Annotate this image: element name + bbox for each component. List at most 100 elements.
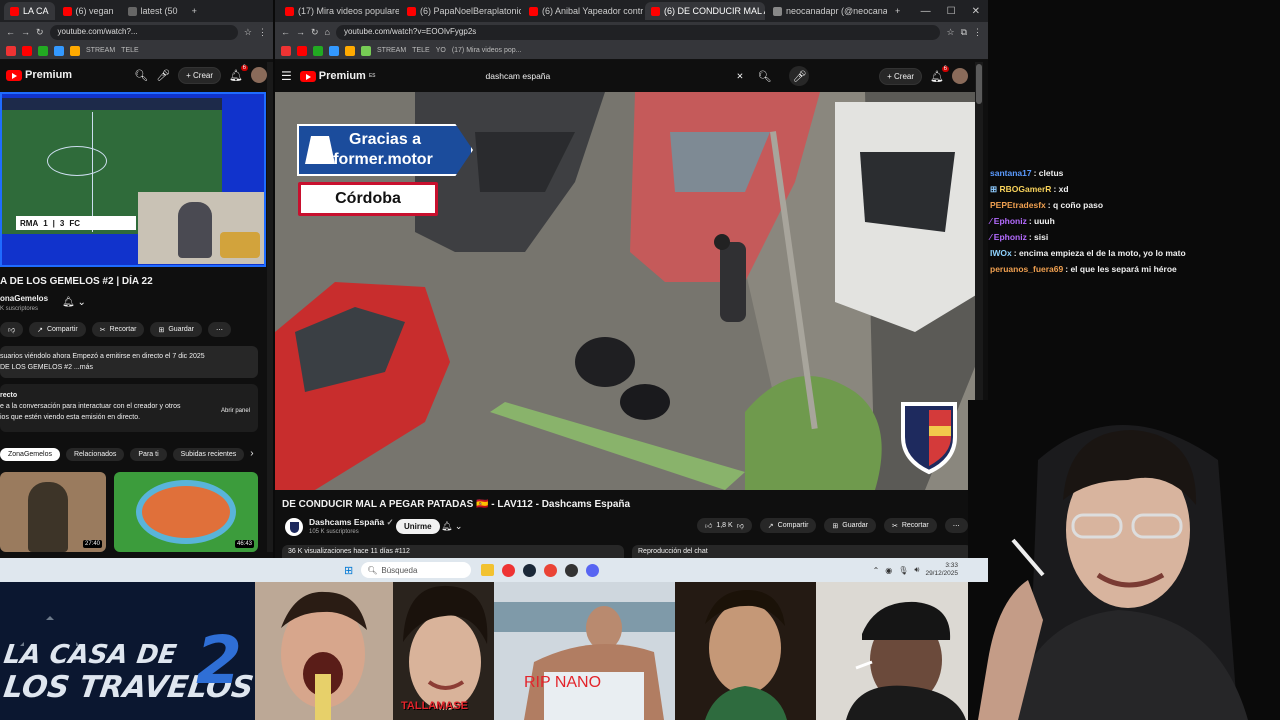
star-icon[interactable]: ☆ [244, 27, 252, 38]
chat-replay-panel[interactable]: Reproducción del chat [632, 545, 972, 559]
save-button[interactable]: ⊞ Guardar [150, 322, 202, 337]
reload-icon[interactable]: ↻ [36, 27, 44, 38]
dislike-icon[interactable]: 👎︎ [737, 521, 744, 530]
chip-subidas-recientes[interactable]: Subidas recientes [172, 448, 245, 461]
bookmark-icon[interactable] [54, 45, 64, 56]
bookmark-folder-yo[interactable]: YO [436, 47, 446, 54]
discord-icon[interactable] [586, 563, 600, 577]
search-icon[interactable]: 🔍︎ [134, 69, 148, 82]
taskbar-search[interactable]: 🔍︎ Búsqueda [361, 562, 472, 578]
hamburger-menu-icon[interactable]: ☰ [281, 69, 292, 83]
left-tab-3[interactable]: latest (50 [122, 2, 184, 20]
star-icon[interactable]: ☆ [946, 27, 954, 38]
search-icon[interactable]: 🔍︎ [758, 70, 772, 83]
search-box[interactable]: dashcam españa ✕ [480, 65, 750, 87]
new-tab-button[interactable]: + [186, 2, 203, 20]
right-tab-2[interactable]: (6) PapaNoelBeraplatonico - [401, 2, 521, 20]
like-button[interactable]: 👍︎ 1,8 K 👎︎ [697, 518, 752, 533]
mic-icon[interactable]: 🎤︎ [789, 66, 810, 86]
left-scrollbar[interactable] [267, 62, 273, 552]
chrome-icon[interactable] [544, 563, 558, 577]
bookmark-icon[interactable] [6, 45, 16, 56]
chip-para-ti[interactable]: Para ti [130, 448, 167, 461]
bookmark-folder-tele[interactable]: TELE [412, 47, 430, 54]
channel-avatar[interactable] [285, 518, 303, 536]
maximize-icon[interactable]: ☐ [947, 6, 956, 17]
main-video-player[interactable]: Gracias a Informer.motor Córdoba [275, 92, 981, 490]
save-button[interactable]: ⊞ Guardar [824, 518, 876, 533]
scrollbar-thumb[interactable] [976, 64, 982, 104]
chat-username[interactable]: Ephoniz [994, 216, 1027, 226]
file-explorer-icon[interactable] [481, 563, 495, 576]
bookmark-icon[interactable] [70, 45, 80, 56]
bell-subscription-icon[interactable]: 🔔︎ ⌄ [441, 521, 462, 532]
new-tab-button[interactable]: + [889, 2, 906, 20]
extensions-icon[interactable]: ⧉ [961, 27, 967, 38]
chat-username[interactable]: peruanos_fuera69 [990, 264, 1063, 274]
channel-name[interactable]: Dashcams España ✓ [309, 517, 394, 528]
minimize-icon[interactable]: — [921, 6, 931, 17]
bookmark-icon[interactable] [313, 45, 323, 56]
chat-username[interactable]: IWOx [990, 248, 1012, 258]
close-icon[interactable]: ✕ [972, 6, 980, 17]
obs-icon[interactable] [565, 563, 579, 577]
bookmark-youtube-popular[interactable]: (17) Mira videos pop... [452, 47, 522, 54]
bell-icon[interactable]: 🔔︎ 6 [229, 64, 248, 82]
left-description-box[interactable]: suarios viéndolo ahora Empezó a emitirse… [0, 346, 258, 378]
taskbar-clock[interactable]: 3:33 29/12/2025 [925, 562, 958, 578]
network-icon[interactable]: ◉ [885, 566, 892, 575]
bookmark-icon[interactable] [38, 45, 48, 56]
more-actions-button[interactable]: ⋯ [208, 322, 231, 337]
recommended-thumbnail-1[interactable]: 27:40 [0, 472, 106, 552]
forward-icon[interactable]: → [296, 27, 305, 37]
description-box[interactable]: 36 K visualizaciones hace 11 días #112 [282, 545, 624, 559]
right-tab-1[interactable]: (17) Mira videos populares en [279, 2, 399, 20]
open-panel-button[interactable]: Abrir panel [221, 406, 250, 417]
back-icon[interactable]: ← [281, 27, 290, 37]
left-tab-2[interactable]: (6) vegan [57, 2, 120, 20]
search-input[interactable]: dashcam españa [486, 71, 551, 81]
youtube-logo[interactable]: Premium ES [299, 70, 376, 82]
chat-username[interactable]: RBOGamerR [999, 184, 1051, 194]
left-url-field[interactable]: youtube.com/watch?... [49, 24, 238, 40]
right-tab-4-active[interactable]: (6) DE CONDUCIR MAL A PEGAR [645, 2, 765, 20]
more-actions-button[interactable]: ⋯ [944, 518, 968, 533]
record-app-icon[interactable] [502, 563, 516, 577]
steam-icon[interactable] [523, 563, 537, 577]
left-tab-1[interactable]: LA CA [4, 2, 55, 20]
bookmark-folder-tele[interactable]: TELE [121, 47, 139, 54]
bookmark-folder-stream[interactable]: STREAM [86, 47, 115, 54]
back-icon[interactable]: ← [6, 27, 15, 37]
chat-username[interactable]: santana17 [990, 168, 1032, 178]
share-button[interactable]: ↗ Compartir [759, 518, 817, 533]
forward-icon[interactable]: → [21, 27, 30, 37]
chip-relacionados[interactable]: Relacionados [65, 448, 125, 461]
dislike-button[interactable]: 👎︎ [0, 322, 24, 337]
windows-start-icon[interactable]: ⊞ [344, 564, 353, 577]
chip-zonagemelos[interactable]: ZonaGemelos [0, 448, 60, 461]
chevron-up-icon[interactable]: ⌃ [873, 566, 880, 575]
create-button[interactable]: + Crear [178, 66, 222, 84]
menu-dots-icon[interactable]: ⋮ [973, 27, 982, 38]
create-button[interactable]: + Crear [879, 67, 923, 85]
bookmark-icon[interactable] [345, 45, 355, 56]
mic-icon[interactable]: 🎤︎ [156, 69, 170, 82]
chevron-right-icon[interactable]: › [250, 448, 253, 461]
join-button[interactable]: Unirme [396, 519, 440, 534]
chat-username[interactable]: PEPEtradesfx [990, 200, 1046, 210]
bell-icon[interactable]: 🔔︎ 6 [930, 65, 949, 83]
home-icon[interactable]: ⌂ [325, 27, 330, 37]
recommended-thumbnail-2[interactable]: 46:43 [114, 472, 258, 552]
bookmark-icon[interactable] [329, 45, 339, 56]
bookmark-icon[interactable] [297, 45, 307, 56]
youtube-logo[interactable]: Premium [6, 69, 72, 81]
clear-search-icon[interactable]: ✕ [736, 71, 743, 82]
left-channel-name[interactable]: onaGemelos [0, 294, 48, 303]
chat-username[interactable]: Ephoniz [994, 232, 1027, 242]
clip-button[interactable]: ✂ Recortar [883, 518, 937, 533]
bookmark-icon[interactable] [22, 45, 32, 56]
volume-icon[interactable]: 🔊︎ [914, 565, 919, 575]
bookmark-icon[interactable] [281, 45, 291, 56]
menu-dots-icon[interactable]: ⋮ [258, 27, 267, 38]
bell-icon[interactable]: 🔔︎ ⌄ [62, 297, 86, 308]
